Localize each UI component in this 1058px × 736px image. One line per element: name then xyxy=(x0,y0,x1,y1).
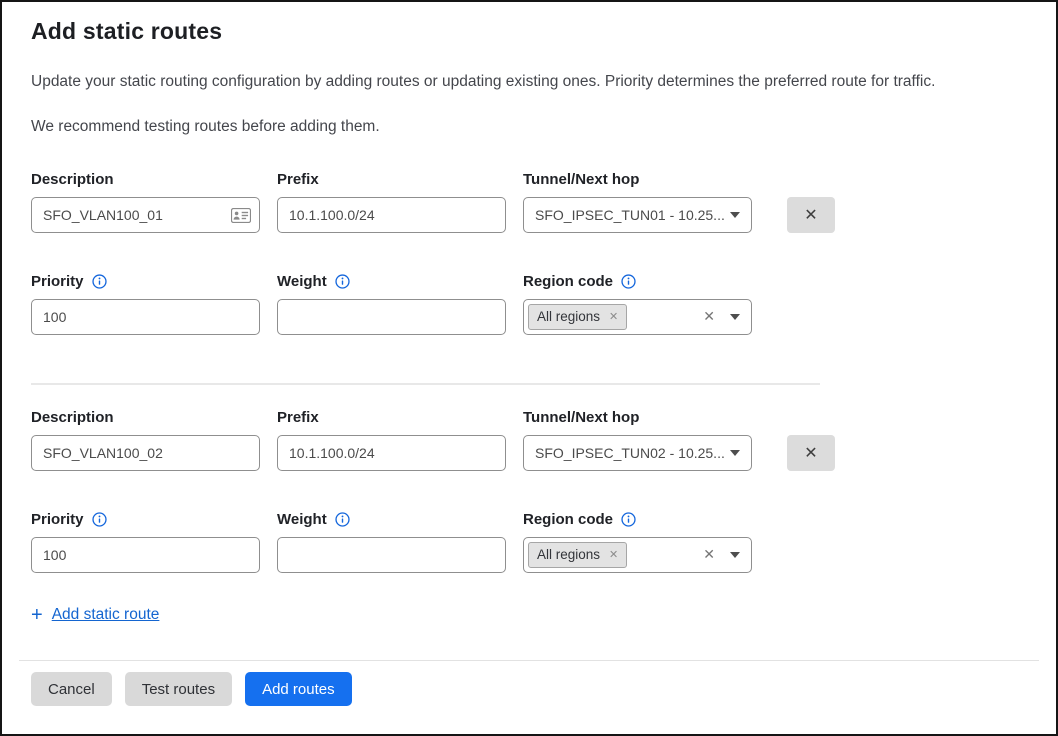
priority-input-1[interactable] xyxy=(31,299,260,335)
description-text-1: Update your static routing configuration… xyxy=(31,72,1027,93)
region-info-icon[interactable] xyxy=(621,274,636,289)
add-static-route-link[interactable]: Add static route xyxy=(52,606,160,624)
add-static-route-row: + Add static route xyxy=(31,605,1027,625)
tunnel-next-hop-label: Tunnel/Next hop xyxy=(523,171,752,188)
priority-input-2[interactable] xyxy=(31,537,260,573)
field-priority-2: Priority xyxy=(31,511,260,573)
description-input-1[interactable] xyxy=(31,197,260,233)
chevron-down-icon xyxy=(730,552,740,558)
description-label: Description xyxy=(31,171,260,188)
prefix-label: Prefix xyxy=(277,171,506,188)
weight-input-2[interactable] xyxy=(277,537,506,573)
remove-tag-icon[interactable]: ✕ xyxy=(609,548,618,561)
region-multiselect-2[interactable]: All regions ✕ ✕ xyxy=(523,537,752,573)
field-tunnel-2: Tunnel/Next hop SFO_IPSEC_TUN02 - 10.25.… xyxy=(523,409,752,471)
weight-label: Weight xyxy=(277,273,327,290)
region-tag-label: All regions xyxy=(537,309,600,324)
field-prefix-1: Prefix xyxy=(277,171,506,233)
prefix-label: Prefix xyxy=(277,409,506,426)
priority-info-icon[interactable] xyxy=(92,274,107,289)
weight-info-icon[interactable] xyxy=(335,512,350,527)
dialog-content: Add static routes Update your static rou… xyxy=(2,2,1056,625)
chevron-down-icon xyxy=(730,450,740,456)
field-priority-1: Priority xyxy=(31,273,260,335)
tunnel-select-2[interactable]: SFO_IPSEC_TUN02 - 10.25... xyxy=(523,435,752,471)
add-static-routes-dialog: Add static routes Update your static rou… xyxy=(0,0,1058,736)
page-title: Add static routes xyxy=(31,18,1027,45)
tunnel-selected-value: SFO_IPSEC_TUN01 - 10.25... xyxy=(535,207,730,223)
route-entry-1: Description xyxy=(31,171,1027,335)
autofill-contact-card-icon[interactable] xyxy=(231,208,251,228)
region-tag-chip: All regions ✕ xyxy=(528,542,627,568)
route-divider xyxy=(31,383,820,385)
cancel-button[interactable]: Cancel xyxy=(31,672,112,706)
field-region-2: Region code All regions ✕ xyxy=(523,511,752,573)
prefix-input-2[interactable] xyxy=(277,435,506,471)
prefix-input-1[interactable] xyxy=(277,197,506,233)
region-code-label: Region code xyxy=(523,273,613,290)
weight-label: Weight xyxy=(277,511,327,528)
field-weight-2: Weight xyxy=(277,511,506,573)
field-region-1: Region code All regions ✕ xyxy=(523,273,752,335)
route-entry-2: Description Prefix Tunnel/Next hop SFO_I… xyxy=(31,409,1027,573)
description-label: Description xyxy=(31,409,260,426)
field-description-2: Description xyxy=(31,409,260,471)
priority-label: Priority xyxy=(31,273,84,290)
region-code-label: Region code xyxy=(523,511,613,528)
clear-selection-icon[interactable]: ✕ xyxy=(703,308,715,325)
weight-info-icon[interactable] xyxy=(335,274,350,289)
description-text-2: We recommend testing routes before addin… xyxy=(31,117,1027,138)
priority-label: Priority xyxy=(31,511,84,528)
field-prefix-2: Prefix xyxy=(277,409,506,471)
add-routes-button[interactable]: Add routes xyxy=(245,672,352,706)
region-info-icon[interactable] xyxy=(621,512,636,527)
description-input-2[interactable] xyxy=(31,435,260,471)
test-routes-button[interactable]: Test routes xyxy=(125,672,232,706)
chevron-down-icon xyxy=(730,314,740,320)
delete-route-button-2[interactable]: ✕ xyxy=(787,435,835,471)
dialog-footer: Cancel Test routes Add routes xyxy=(19,660,1039,734)
tunnel-next-hop-label: Tunnel/Next hop xyxy=(523,409,752,426)
field-tunnel-1: Tunnel/Next hop SFO_IPSEC_TUN01 - 10.25.… xyxy=(523,171,752,233)
remove-tag-icon[interactable]: ✕ xyxy=(609,310,618,323)
plus-icon: + xyxy=(31,605,43,625)
weight-input-1[interactable] xyxy=(277,299,506,335)
priority-info-icon[interactable] xyxy=(92,512,107,527)
region-tag-chip: All regions ✕ xyxy=(528,304,627,330)
tunnel-select-1[interactable]: SFO_IPSEC_TUN01 - 10.25... xyxy=(523,197,752,233)
chevron-down-icon xyxy=(730,212,740,218)
delete-route-button-1[interactable]: ✕ xyxy=(787,197,835,233)
clear-selection-icon[interactable]: ✕ xyxy=(703,546,715,563)
field-description-1: Description xyxy=(31,171,260,233)
region-tag-label: All regions xyxy=(537,547,600,562)
region-multiselect-1[interactable]: All regions ✕ ✕ xyxy=(523,299,752,335)
field-weight-1: Weight xyxy=(277,273,506,335)
tunnel-selected-value: SFO_IPSEC_TUN02 - 10.25... xyxy=(535,445,730,461)
